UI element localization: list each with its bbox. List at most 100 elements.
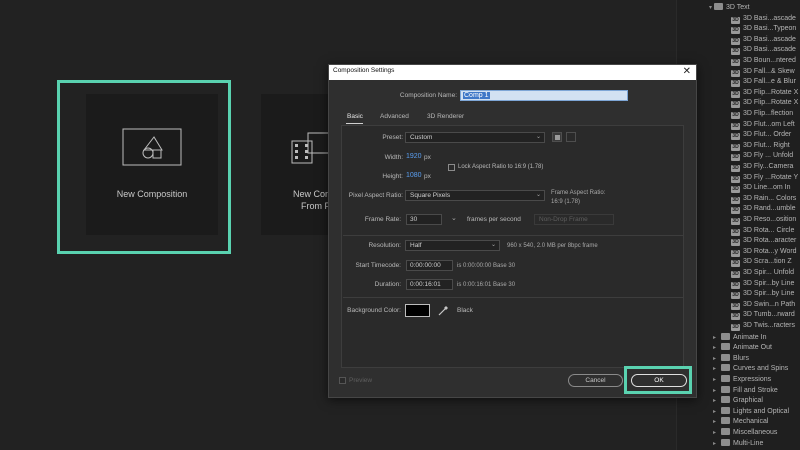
folder-item[interactable]: ▸ Expressions bbox=[713, 374, 771, 386]
animation-preset-icon: 3D bbox=[731, 175, 740, 183]
preset-item[interactable]: 3D 3D Boun...ntered bbox=[731, 56, 796, 67]
resolution-dropdown[interactable]: Half ⌄ bbox=[405, 240, 500, 251]
new-from-footage-tile[interactable]: New Com From F bbox=[261, 94, 333, 235]
folder-label: Miscellaneous bbox=[733, 428, 778, 436]
preset-dropdown[interactable]: Custom ⌄ bbox=[405, 132, 545, 143]
lock-aspect-checkbox[interactable] bbox=[448, 164, 455, 171]
preset-item[interactable]: 3D 3D Flip...Rotate X bbox=[731, 88, 798, 99]
preset-item[interactable]: 3D 3D Basi...Typeon bbox=[731, 24, 796, 35]
resolution-label: Resolution: bbox=[368, 242, 401, 249]
folder-item[interactable]: ▸ Curves and Spins bbox=[713, 364, 788, 375]
animation-preset-icon: 3D bbox=[731, 196, 740, 204]
chevron-right-icon: ▸ bbox=[713, 387, 717, 394]
preset-item[interactable]: 3D 3D Rota... Circle bbox=[731, 226, 794, 237]
tab-3d-renderer[interactable]: 3D Renderer bbox=[427, 113, 464, 120]
folder-item[interactable]: ▸ Fill and Stroke bbox=[713, 385, 778, 397]
pixel-aspect-dropdown[interactable]: Square Pixels ⌄ bbox=[405, 190, 545, 201]
preset-item[interactable]: 3D 3D Reso...osition bbox=[731, 215, 796, 226]
preset-label: 3D Swin...n Path bbox=[743, 300, 796, 308]
preset-item[interactable]: 3D 3D Flut... Right bbox=[731, 141, 790, 152]
preset-item[interactable]: 3D 3D Fly...Camera bbox=[731, 162, 793, 173]
preset-item[interactable]: 3D 3D Rand...umble bbox=[731, 204, 796, 215]
animation-preset-icon: 3D bbox=[731, 207, 740, 215]
folder-item[interactable]: ▸ Multi-Line bbox=[713, 438, 763, 450]
preset-item[interactable]: 3D 3D Rota...aracter bbox=[731, 236, 796, 247]
preset-item[interactable]: 3D 3D Scra...tion Z bbox=[731, 257, 792, 268]
ok-button-highlight bbox=[624, 366, 692, 394]
preset-item[interactable]: 3D 3D Fall...e & Blur bbox=[731, 77, 796, 88]
frame-rate-input[interactable]: 30 bbox=[406, 214, 442, 225]
delete-preset-button[interactable] bbox=[566, 132, 576, 142]
preset-item[interactable]: 3D 3D Tumb...rward bbox=[731, 310, 795, 321]
folder-item[interactable]: ▸ Mechanical bbox=[713, 417, 768, 428]
folder-icon bbox=[721, 406, 730, 414]
chevron-right-icon: ▸ bbox=[713, 440, 717, 447]
animation-preset-icon: 3D bbox=[731, 143, 740, 151]
height-value[interactable]: 1080 bbox=[406, 172, 422, 179]
folder-icon bbox=[721, 438, 730, 446]
preset-label: 3D Fly ... Unfold bbox=[743, 152, 794, 160]
preset-item[interactable]: 3D 3D Swin...n Path bbox=[731, 300, 795, 311]
preset-item[interactable]: 3D 3D Fall...& Skew bbox=[731, 67, 795, 78]
eyedropper-icon[interactable] bbox=[437, 305, 449, 317]
preset-item[interactable]: 3D 3D Spir...by Line bbox=[731, 289, 794, 300]
preview-checkbox[interactable] bbox=[339, 377, 346, 384]
animation-preset-icon: 3D bbox=[731, 270, 740, 278]
drop-frame-dropdown: Non-Drop Frame bbox=[534, 214, 614, 225]
chevron-right-icon: ▸ bbox=[713, 366, 717, 373]
preset-item[interactable]: 3D 3D Basi...ascade bbox=[731, 35, 796, 46]
folder-item[interactable]: ▸ Animate Out bbox=[713, 343, 772, 354]
start-timecode-input[interactable]: 0:00:00:00 bbox=[406, 260, 453, 271]
preset-item[interactable]: 3D 3D Fly ... Unfold bbox=[731, 151, 793, 162]
animation-preset-icon: 3D bbox=[731, 217, 740, 225]
folder-item[interactable]: ▸ Graphical bbox=[713, 396, 763, 407]
frame-rate-dropdown-arrow[interactable]: ⌄ bbox=[451, 214, 457, 222]
preset-label: 3D Rain... Colors bbox=[743, 194, 797, 202]
tree-group-3d-text[interactable]: ▾ 3D Text bbox=[709, 3, 750, 14]
lock-aspect-label[interactable]: Lock Aspect Ratio to 16:9 (1.78) bbox=[458, 164, 543, 170]
film-strip-icon bbox=[291, 132, 331, 164]
cancel-button[interactable]: Cancel bbox=[568, 374, 623, 387]
preset-label: 3D Spir...by Line bbox=[743, 279, 795, 287]
folder-item[interactable]: ▸ Miscellaneous bbox=[713, 427, 778, 439]
preset-item[interactable]: 3D 3D Rain... Colors bbox=[731, 194, 796, 205]
animation-preset-icon: 3D bbox=[731, 302, 740, 310]
preset-item[interactable]: 3D 3D Flut...om Left bbox=[731, 120, 795, 131]
preset-label: 3D Flip...Rotate X bbox=[743, 88, 799, 96]
preset-label: 3D Flut... Right bbox=[743, 141, 790, 149]
save-preset-button[interactable] bbox=[552, 132, 562, 142]
preset-item[interactable]: 3D 3D Rota...y Word bbox=[731, 247, 797, 258]
width-value[interactable]: 1920 bbox=[406, 153, 422, 160]
preset-item[interactable]: 3D 3D Flip...Rotate X bbox=[731, 98, 798, 109]
preset-item[interactable]: 3D 3D Basi...ascade bbox=[731, 14, 796, 25]
folder-item[interactable]: ▸ Blurs bbox=[713, 353, 749, 365]
preset-item[interactable]: 3D 3D Fly ...Rotate Y bbox=[731, 173, 798, 184]
new-from-footage-label-1: New Com bbox=[293, 189, 333, 199]
preset-item[interactable]: 3D 3D Basi...ascade bbox=[731, 45, 796, 56]
preset-item[interactable]: 3D 3D Twis...racters bbox=[731, 321, 795, 332]
background-color-swatch[interactable] bbox=[405, 304, 430, 317]
preset-item[interactable]: 3D 3D Flut... Order bbox=[731, 130, 791, 141]
preset-item[interactable]: 3D 3D Flip...flection bbox=[731, 109, 793, 120]
preset-label: 3D Fall...& Skew bbox=[743, 67, 795, 75]
preset-label: 3D Spir...by Line bbox=[743, 290, 795, 298]
preset-label: 3D Rand...umble bbox=[743, 205, 796, 213]
animation-preset-icon: 3D bbox=[731, 323, 740, 331]
preview-label[interactable]: Preview bbox=[349, 377, 372, 384]
preset-label: 3D Flut...om Left bbox=[743, 120, 795, 128]
preset-item[interactable]: 3D 3D Spir...by Line bbox=[731, 279, 794, 290]
close-icon[interactable]: ✕ bbox=[683, 66, 691, 78]
dialog-titlebar[interactable]: Composition Settings ✕ bbox=[329, 65, 696, 80]
preset-label: 3D Rota...aracter bbox=[743, 237, 797, 245]
preset-item[interactable]: 3D 3D Spir... Unfold bbox=[731, 268, 794, 279]
tab-advanced[interactable]: Advanced bbox=[380, 113, 409, 120]
tab-basic[interactable]: Basic bbox=[347, 113, 363, 120]
preset-label: 3D Flut... Order bbox=[743, 131, 792, 139]
preset-item[interactable]: 3D 3D Line...om In bbox=[731, 183, 790, 194]
folder-item[interactable]: ▸ Lights and Optical bbox=[713, 406, 789, 418]
folder-item[interactable]: ▸ Animate In bbox=[713, 332, 766, 344]
composition-name-input[interactable]: Comp 1 bbox=[460, 90, 628, 101]
start-timecode-label: Start Timecode: bbox=[355, 262, 401, 269]
duration-input[interactable]: 0:00:16:01 bbox=[406, 279, 453, 290]
frame-aspect-label: Frame Aspect Ratio: bbox=[551, 190, 606, 196]
